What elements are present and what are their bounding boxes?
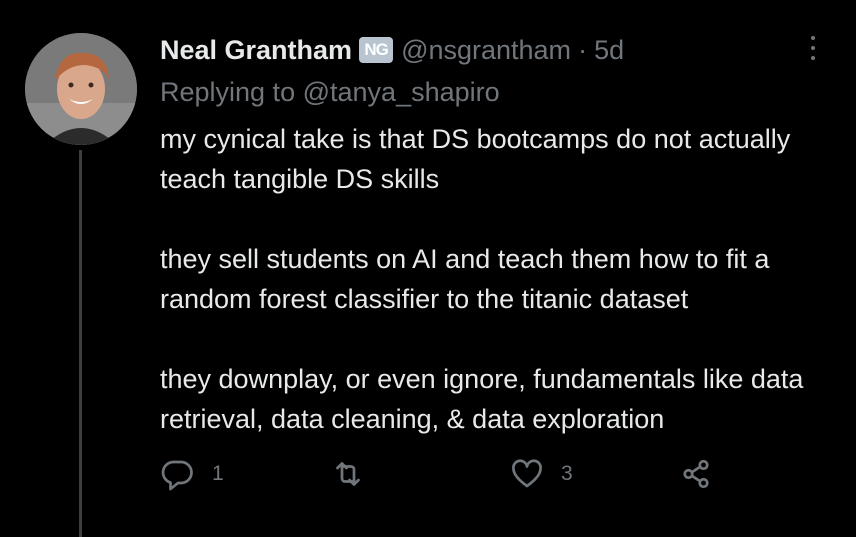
tweet-paragraph: they downplay, or even ignore, fundament… <box>160 364 804 434</box>
tweet-paragraph: my cynical take is that DS bootcamps do … <box>160 124 791 194</box>
like-count: 3 <box>561 462 573 485</box>
reply-mention-link[interactable]: @tanya_shapiro <box>303 77 500 107</box>
retweet-button[interactable] <box>330 452 366 496</box>
separator-dot: · <box>578 35 588 65</box>
action-bar: 1 3 <box>160 452 760 496</box>
more-options-icon[interactable] <box>801 28 825 68</box>
display-name[interactable]: Neal Grantham <box>160 30 352 70</box>
reply-icon <box>161 460 193 491</box>
heart-icon <box>512 459 542 488</box>
avatar[interactable] <box>25 33 137 145</box>
reply-count: 1 <box>212 462 224 485</box>
like-button[interactable]: 3 <box>509 452 573 496</box>
reply-button[interactable]: 1 <box>160 452 224 496</box>
thread-line <box>79 150 82 537</box>
handle[interactable]: @nsgrantham <box>401 30 571 70</box>
ng-badge-icon: NG <box>359 37 394 63</box>
tweet-text: my cynical take is that DS bootcamps do … <box>160 119 840 439</box>
tweet-paragraph: they sell students on AI and teach them … <box>160 244 770 314</box>
tweet-header: Neal Grantham NG @nsgrantham · 5d <box>160 30 624 70</box>
timestamp[interactable]: 5d <box>594 30 624 70</box>
avatar-image <box>25 33 137 145</box>
replying-to: Replying to @tanya_shapiro <box>160 72 500 112</box>
share-button[interactable] <box>678 452 714 496</box>
retweet-icon <box>336 462 360 486</box>
replying-to-label: Replying to <box>160 77 296 107</box>
share-icon <box>683 459 709 489</box>
